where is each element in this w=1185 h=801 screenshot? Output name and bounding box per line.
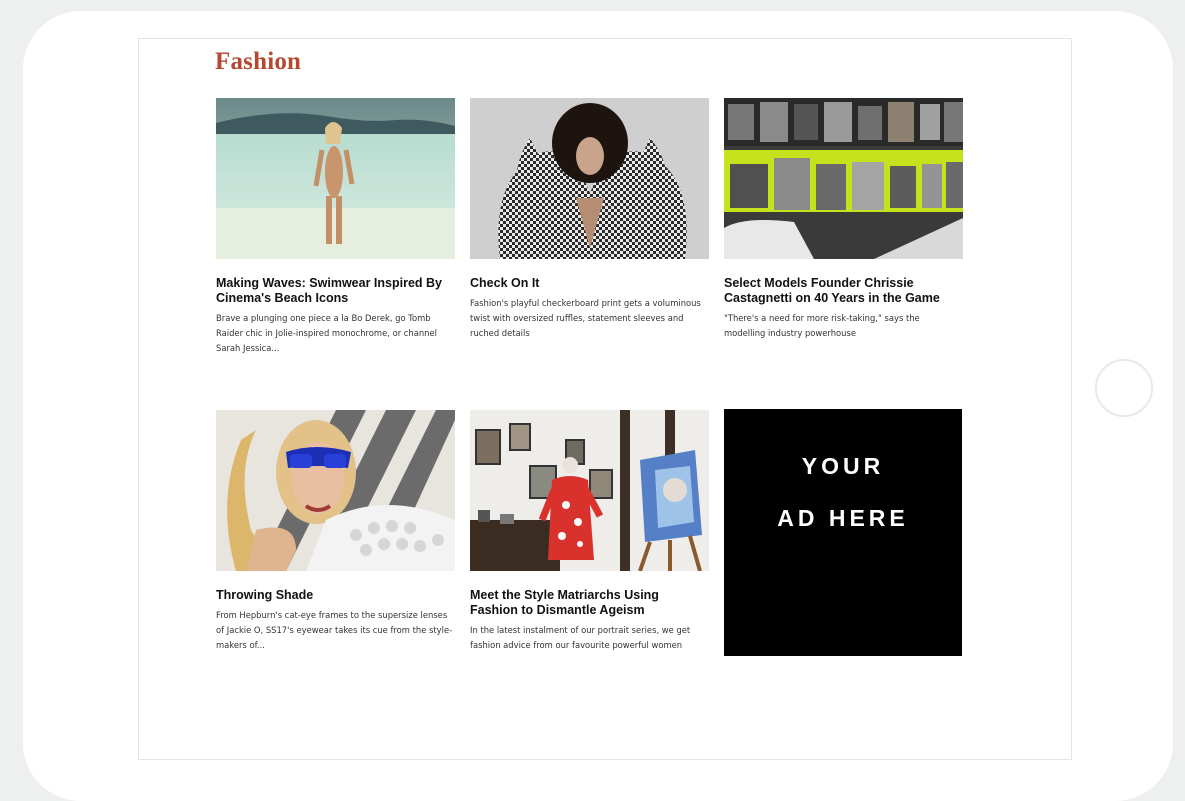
article-card[interactable]: Throwing Shade From Hepburn's cat-eye fr… [216, 410, 455, 653]
checkerboard-fashion-photo[interactable] [470, 98, 709, 259]
article-summary: "There's a need for more risk-taking," s… [724, 313, 920, 338]
article-summary: Brave a plunging one piece a la Bo Derek… [216, 313, 437, 353]
article-headline[interactable]: Meet the Style Matriarchs Using Fashion … [470, 588, 709, 618]
article-card[interactable]: Meet the Style Matriarchs Using Fashion … [470, 410, 709, 653]
section-title: Fashion [215, 48, 302, 75]
home-button[interactable] [1095, 359, 1153, 417]
article-card[interactable]: Check On It Fashion's playful checkerboa… [470, 98, 709, 341]
ad-text-line: AD HERE [777, 505, 909, 531]
article-summary: Fashion's playful checkerboard print get… [470, 298, 701, 338]
advertisement-placeholder[interactable]: YOUR AD HERE [724, 409, 962, 656]
style-matriarch-portrait-photo[interactable] [470, 410, 709, 571]
swimwear-beach-photo[interactable] [216, 98, 455, 259]
article-headline[interactable]: Throwing Shade [216, 588, 455, 603]
ad-text-line: YOUR [801, 453, 885, 479]
cat-eye-sunglasses-photo[interactable] [216, 410, 455, 571]
article-summary: In the latest instalment of our portrait… [470, 625, 691, 650]
article-card[interactable]: Making Waves: Swimwear Inspired By Cinem… [216, 98, 455, 356]
article-card[interactable]: Select Models Founder Chrissie Castagnet… [724, 98, 963, 341]
article-headline[interactable]: Select Models Founder Chrissie Castagnet… [724, 276, 963, 306]
model-agency-wall-photo[interactable] [724, 98, 963, 259]
article-headline[interactable]: Check On It [470, 276, 709, 291]
article-headline[interactable]: Making Waves: Swimwear Inspired By Cinem… [216, 276, 455, 306]
article-summary: From Hepburn's cat-eye frames to the sup… [216, 610, 453, 650]
